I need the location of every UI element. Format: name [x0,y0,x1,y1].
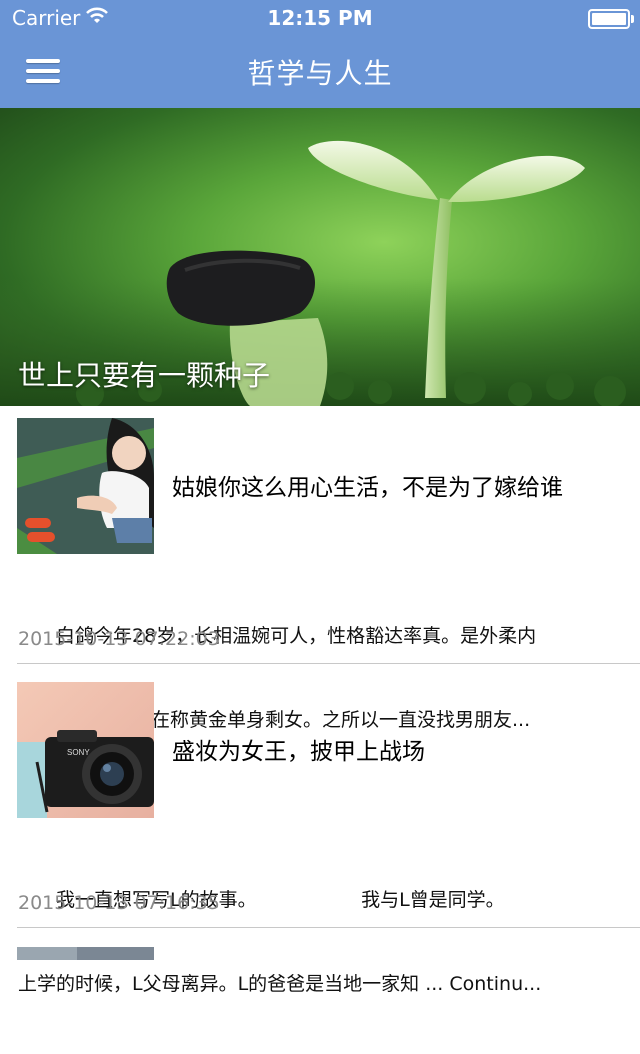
excerpt-line: 上学的时候，L父母离异。L的爸爸是当地一家知 ... Continu... [18,973,542,995]
divider [17,663,640,664]
article-title: 姑娘你这么用心生活，不是为了嫁给谁 [172,475,563,501]
divider [17,927,640,928]
article-thumbnail [17,946,154,960]
page-title: 哲学与人生 [247,57,393,90]
svg-text:SONY: SONY [67,748,90,757]
status-time: 12:15 PM [267,6,373,30]
featured-banner[interactable]: 世上只要有一颗种子 [0,108,640,406]
navigation-bar: Carrier 12:15 PM 哲学与人生 [0,0,640,109]
article-thumbnail [17,418,154,554]
article-item[interactable]: SONY 盛妆为女王，披甲上战场 我一直想写写L的故事。 我与L曾是同学。 上学… [0,670,640,995]
article-title: 盛妆为女王，披甲上战场 [172,739,425,765]
status-bar: Carrier 12:15 PM [0,0,640,36]
article-item[interactable] [0,934,640,960]
banner-caption: 世上只要有一颗种子 [18,359,271,392]
article-item[interactable]: 姑娘你这么用心生活，不是为了嫁给谁 白鸽今年28岁，长相温婉可人，性格豁达率真。… [0,406,640,731]
battery-icon [588,9,634,29]
article-thumbnail: SONY [17,682,154,818]
article-date: 2015-10-13 07:22:03 [18,628,220,650]
article-date: 2015-10-13 07:16:35 [18,892,220,914]
